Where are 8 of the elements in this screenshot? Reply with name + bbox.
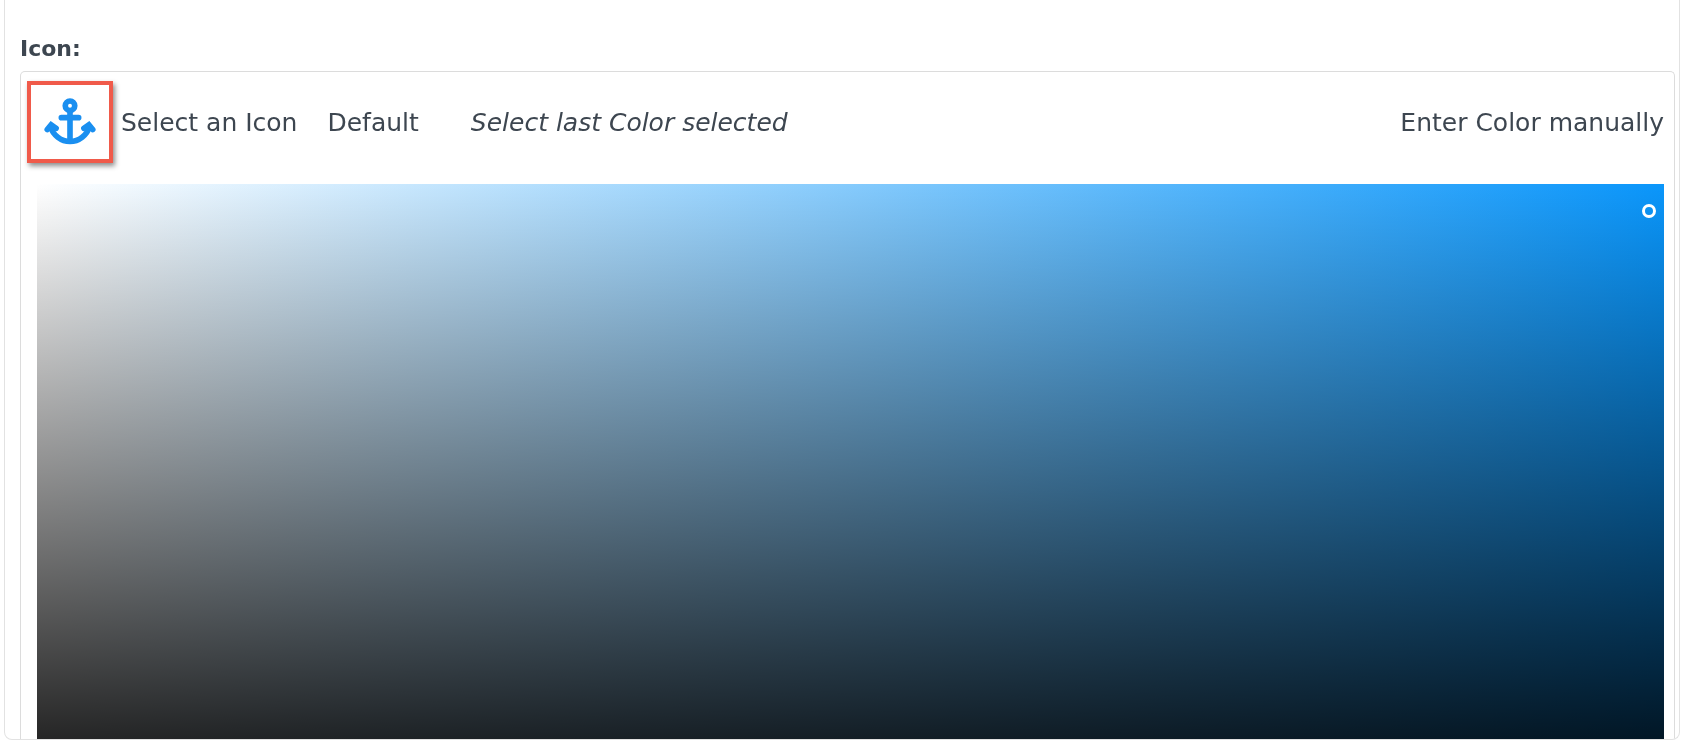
field-label: Icon:	[20, 36, 81, 61]
color-gradient[interactable]	[37, 184, 1664, 739]
toolbar-link[interactable]: Select an Icon	[121, 107, 298, 137]
picker-handle[interactable]	[1642, 204, 1656, 218]
toolbar-link[interactable]: Select last Color selected	[470, 107, 788, 137]
toolbar-link[interactable]: Default	[327, 107, 419, 137]
enter-color-link[interactable]: Enter Color manually	[1400, 107, 1664, 137]
icon-button[interactable]	[27, 81, 113, 163]
